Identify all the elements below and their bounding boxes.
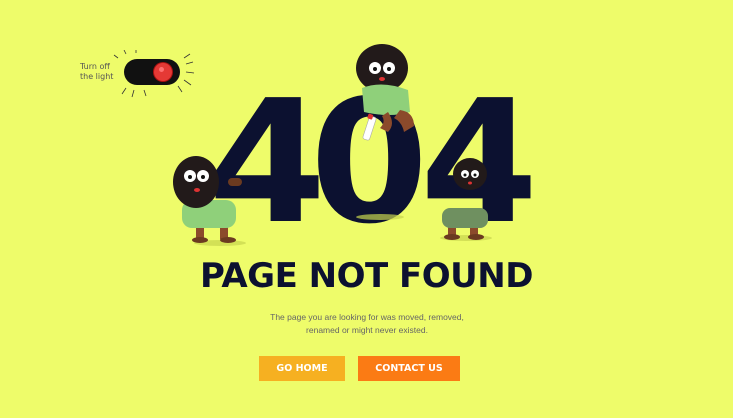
contact-us-button[interactable]: CONTACT US	[358, 356, 460, 381]
character-right	[442, 158, 488, 240]
character-left	[173, 156, 242, 243]
error-description: The page you are looking for was moved, …	[256, 311, 478, 337]
character-top	[356, 44, 414, 141]
error-description-line1: The page you are looking for was moved, …	[270, 312, 464, 322]
error-illustration: 4 0 4	[0, 0, 733, 260]
page-title: PAGE NOT FOUND	[200, 256, 533, 296]
error-description-line2: renamed or might never existed.	[306, 325, 428, 335]
characters-layer	[173, 44, 492, 246]
go-home-button[interactable]: GO HOME	[259, 356, 345, 381]
